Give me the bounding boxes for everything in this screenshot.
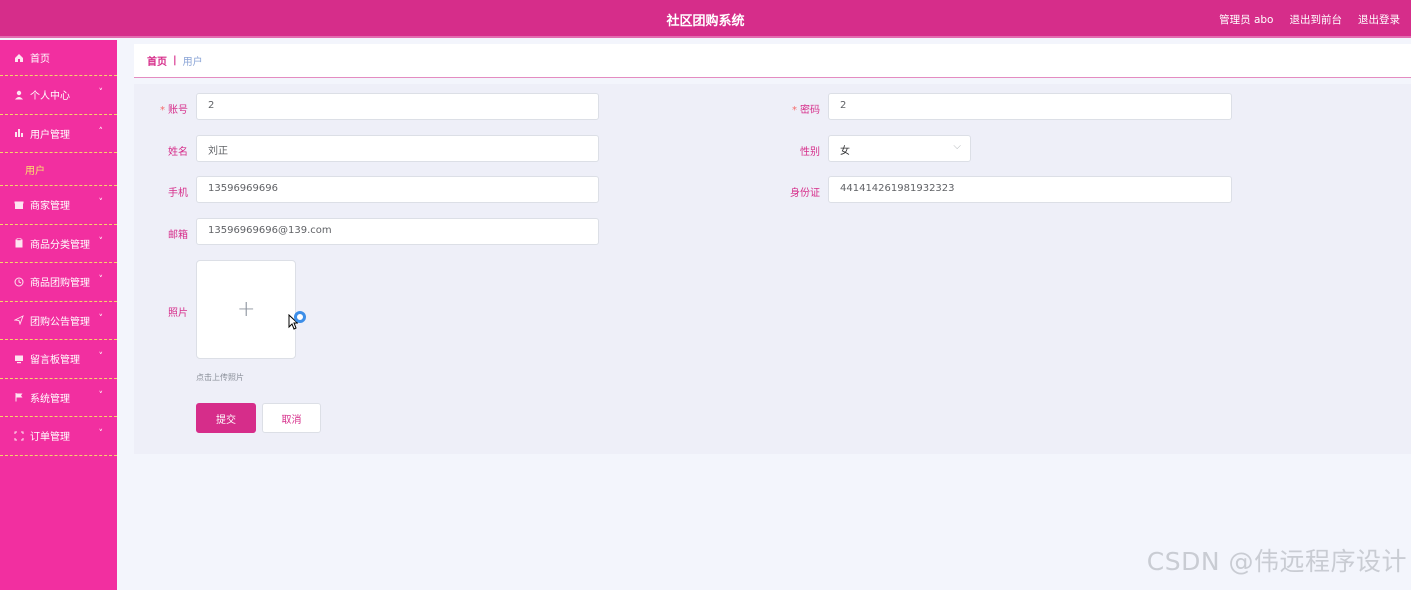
sidebar-item-message-board[interactable]: 留言板管理 ˅ — [0, 340, 117, 379]
photo-upload-box[interactable]: + — [196, 260, 296, 359]
chevron-down-icon: ˅ — [98, 275, 104, 285]
gender-select-value: 女 — [840, 146, 850, 157]
submit-button[interactable]: 提交 — [196, 403, 256, 433]
chevron-down-icon: ˅ — [98, 390, 104, 401]
sidebar-item-personal-center[interactable]: 个人中心 ˅ — [0, 76, 117, 115]
plus-icon: + — [237, 297, 256, 322]
required-mark: * — [792, 105, 797, 116]
sidebar-item-groupbuy-management[interactable]: 商品团购管理 ˅ — [0, 263, 117, 302]
app-title: 社区团购系统 — [666, 14, 745, 29]
phone-label: 手机 — [168, 188, 188, 199]
sidebar-subitem-user[interactable]: 用户 — [0, 153, 117, 186]
id-card-label: 身份证 — [790, 188, 820, 199]
crop-icon — [13, 430, 24, 441]
sidebar: 首页 个人中心 ˅ 用户管理 ˄ 用户 商家管理 ˅ 商品分类管理 ˅ 商品团购… — [0, 40, 117, 590]
breadcrumb-separator: | — [173, 55, 177, 66]
breadcrumb: 首页 | 用户 — [134, 44, 1411, 78]
header-actions: 管理员 abo 退出到前台 退出登录 — [1219, 12, 1400, 27]
upload-tip: 点击上传照片 — [196, 373, 244, 382]
account-input[interactable]: 2 — [196, 93, 599, 120]
chevron-down-icon: ˅ — [98, 313, 104, 324]
chevron-up-icon: ˄ — [98, 126, 104, 137]
sidebar-item-label: 商品团购管理 — [30, 278, 90, 290]
sidebar-item-label: 商家管理 — [30, 201, 70, 213]
sidebar-item-label: 系统管理 — [30, 393, 70, 405]
sidebar-item-merchant-management[interactable]: 商家管理 ˅ — [0, 186, 117, 225]
chevron-down-icon: ⌵ — [953, 141, 961, 152]
monitor-icon — [13, 353, 24, 364]
sidebar-item-label: 首页 — [30, 54, 50, 65]
photo-label: 照片 — [168, 308, 188, 319]
sidebar-item-announcement-management[interactable]: 团购公告管理 ˅ — [0, 302, 117, 340]
clipboard-icon — [13, 238, 24, 249]
sidebar-item-order-management[interactable]: 订单管理 ˅ — [0, 417, 117, 456]
breadcrumb-current: 用户 — [182, 57, 203, 68]
chevron-down-icon: ˅ — [98, 198, 104, 208]
gender-select[interactable]: 女 ⌵ — [828, 135, 971, 162]
watermark: CSDN @伟远程序设计 — [1146, 547, 1407, 576]
cancel-button[interactable]: 取消 — [262, 403, 321, 433]
loading-spinner-icon — [294, 311, 306, 323]
sidebar-item-user-management[interactable]: 用户管理 ˄ — [0, 115, 117, 153]
phone-input[interactable]: 13596969696 — [196, 176, 599, 203]
logout-link[interactable]: 退出登录 — [1358, 12, 1400, 27]
back-to-front-link[interactable]: 退出到前台 — [1290, 12, 1343, 27]
user-icon — [13, 89, 24, 100]
password-label-text: 密码 — [800, 105, 820, 116]
sidebar-item-label: 个人中心 — [30, 91, 70, 103]
sidebar-subitem-label: 用户 — [25, 165, 45, 177]
email-label: 邮箱 — [168, 230, 188, 241]
bar-chart-icon — [13, 128, 24, 139]
breadcrumb-home[interactable]: 首页 — [147, 53, 167, 68]
admin-user-label: 管理员 abo — [1219, 14, 1274, 26]
password-label: * 密码 — [770, 101, 820, 116]
chevron-down-icon: ˅ — [98, 352, 104, 362]
email-input[interactable]: 13596969696@139.com — [196, 218, 599, 245]
home-icon — [13, 52, 24, 63]
account-label: * 账号 — [138, 101, 188, 116]
password-input[interactable]: 2 — [828, 93, 1232, 120]
sidebar-item-category-management[interactable]: 商品分类管理 ˅ — [0, 225, 117, 263]
sidebar-item-label: 留言板管理 — [30, 355, 80, 367]
shop-icon — [13, 199, 24, 210]
top-header: 社区团购系统 管理员 abo 退出到前台 退出登录 — [0, 0, 1411, 38]
sidebar-item-system-management[interactable]: 系统管理 ˅ — [0, 379, 117, 417]
sidebar-item-home[interactable]: 首页 — [0, 40, 117, 76]
name-input[interactable]: 刘正 — [196, 135, 599, 162]
chevron-down-icon: ˅ — [98, 429, 104, 439]
chevron-down-icon: ˅ — [98, 236, 104, 247]
clock-icon — [13, 276, 24, 287]
send-icon — [13, 315, 24, 326]
flag-icon — [13, 392, 24, 403]
sidebar-item-label: 订单管理 — [30, 432, 70, 444]
gender-label: 性别 — [800, 147, 820, 158]
sidebar-item-label: 用户管理 — [30, 129, 70, 141]
sidebar-item-label: 团购公告管理 — [30, 316, 90, 328]
id-card-input[interactable]: 441414261981932323 — [828, 176, 1232, 203]
required-mark: * — [160, 105, 165, 116]
chevron-down-icon: ˅ — [98, 88, 104, 98]
sidebar-item-label: 商品分类管理 — [30, 239, 90, 251]
account-label-text: 账号 — [168, 105, 188, 116]
name-label: 姓名 — [168, 147, 188, 158]
